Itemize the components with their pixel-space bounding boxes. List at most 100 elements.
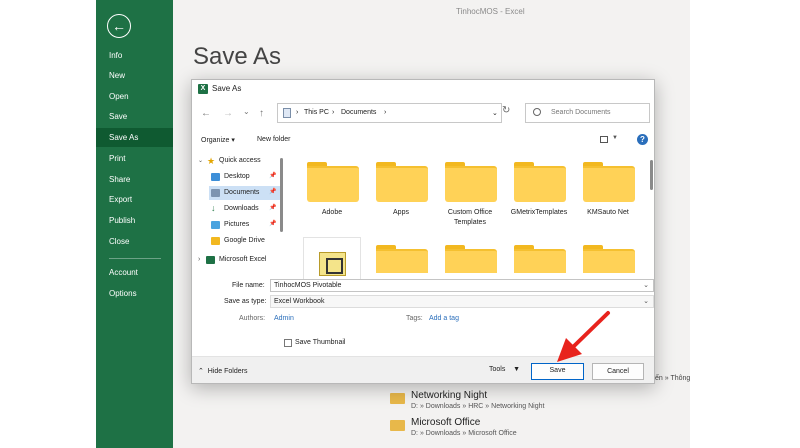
forward-icon[interactable]: → [223, 108, 233, 120]
nav-save[interactable]: Save [96, 107, 173, 126]
screen: TinhocMOS - Excel Save As ← Info New Ope… [0, 0, 800, 448]
save-thumbnail-label: Save Thumbnail [295, 339, 346, 346]
breadcrumb-this-pc[interactable]: This PC [304, 109, 329, 116]
nav-open[interactable]: Open [96, 87, 173, 106]
recent-folder-name: Microsoft Office [411, 417, 481, 428]
chevron-down-icon[interactable]: ⌄ [492, 109, 498, 117]
folder-icon [376, 162, 428, 202]
folder-item[interactable]: Custom Office Templates [439, 154, 501, 232]
chevron-right-icon[interactable]: › [198, 256, 200, 263]
folder-item[interactable] [577, 237, 639, 273]
new-folder-button[interactable]: New folder [257, 136, 290, 143]
nav-share[interactable]: Share [96, 170, 173, 189]
folder-icon [583, 162, 635, 202]
save-type-select[interactable]: Excel Workbook ⌄ [270, 295, 654, 308]
pin-icon: 📌 [269, 221, 277, 227]
cancel-button[interactable]: Cancel [592, 363, 644, 380]
nav-close[interactable]: Close [96, 232, 173, 251]
folder-icon [307, 162, 359, 202]
nav-downloads[interactable]: Downloads [224, 205, 259, 212]
nav-quick-access[interactable]: Quick access [219, 157, 261, 164]
address-bar[interactable]: › This PC › Documents › ⌄ [277, 103, 502, 123]
search-placeholder: Search Documents [551, 109, 611, 116]
folder-item[interactable] [370, 237, 432, 273]
folder-icon [211, 237, 220, 245]
chevron-down-icon[interactable]: ⌄ [643, 296, 649, 307]
folder-label: GMetrixTemplates [510, 209, 568, 216]
nav-options[interactable]: Options [96, 284, 173, 303]
folder-item[interactable] [508, 237, 570, 273]
recent-folder-path: D: » Downloads » HRC » Networking Night [411, 403, 545, 410]
excel-icon [206, 256, 215, 264]
tools-button[interactable]: Tools ▼ [489, 366, 520, 373]
recent-folder-path: D: » Downloads » Microsoft Office [411, 430, 517, 437]
dialog-toolbar: Organize ▾ New folder ▼ ? [192, 131, 654, 149]
folder-item[interactable]: KMSauto Net [577, 154, 639, 232]
nav-desktop[interactable]: Desktop [224, 173, 250, 180]
chevron-down-icon[interactable]: ⌄ [198, 157, 203, 164]
nav-export[interactable]: Export [96, 190, 173, 209]
folder-icon [514, 162, 566, 202]
folder-icon [445, 245, 497, 273]
downloads-icon: ↓ [211, 203, 216, 213]
documents-icon [211, 189, 220, 197]
save-type-label: Save as type: [224, 298, 267, 305]
save-button[interactable]: Save [531, 363, 584, 380]
nav-scrollbar[interactable] [280, 158, 283, 232]
breadcrumb-sep: › [384, 109, 387, 116]
pin-icon: 📌 [269, 189, 277, 195]
tools-label: Tools [489, 366, 506, 373]
up-folder-icon[interactable]: ↑ [259, 108, 264, 120]
pin-icon: 📌 [269, 205, 277, 211]
folder-icon [514, 245, 566, 273]
chevron-down-icon[interactable]: ⌄ [643, 280, 649, 291]
folder-icon [583, 245, 635, 273]
nav-google-drive[interactable]: Google Drive [224, 237, 265, 244]
grid-scrollbar[interactable] [650, 160, 653, 190]
recent-locations-icon[interactable]: ⌄ [243, 106, 250, 118]
organize-button[interactable]: Organize ▾ [201, 136, 235, 144]
document-icon [319, 252, 346, 276]
chevron-down-icon[interactable]: ▼ [612, 135, 618, 141]
nav-divider [109, 258, 161, 259]
folder-item[interactable] [439, 237, 501, 273]
page-heading: Save As [193, 43, 282, 70]
file-item[interactable] [303, 237, 361, 282]
recent-folder-name: Networking Night [411, 390, 488, 401]
authors-value[interactable]: Admin [274, 315, 294, 322]
dialog-footer: ⌃ Hide Folders Tools ▼ Save Cancel [192, 356, 654, 383]
folder-item[interactable]: Apps [370, 154, 432, 232]
breadcrumb-documents[interactable]: Documents [341, 109, 376, 116]
pin-icon: 📌 [269, 173, 277, 179]
tags-value[interactable]: Add a tag [429, 315, 459, 322]
folder-icon [376, 245, 428, 273]
backstage-sidebar: ← Info New Open Save Save As Print Share… [96, 0, 173, 448]
folder-label: Apps [393, 209, 409, 216]
file-name-input[interactable]: TinhocMOS Pivotable ⌄ [270, 279, 654, 292]
nav-print[interactable]: Print [96, 149, 173, 168]
nav-save-as[interactable]: Save As [96, 128, 173, 147]
view-options-icon[interactable] [600, 136, 608, 143]
nav-new[interactable]: New [96, 66, 173, 85]
folder-item[interactable]: Adobe [301, 154, 363, 232]
save-thumbnail-checkbox[interactable] [284, 339, 292, 347]
hide-folders-button[interactable]: ⌃ Hide Folders [198, 367, 247, 375]
refresh-icon[interactable]: ↻ [502, 105, 510, 116]
tags-label: Tags: [406, 315, 423, 322]
breadcrumb-sep: › [296, 109, 299, 116]
folder-item[interactable]: GMetrixTemplates [508, 154, 570, 232]
nav-info[interactable]: Info [96, 46, 173, 65]
nav-pictures[interactable]: Pictures [224, 221, 249, 228]
help-icon[interactable]: ? [637, 134, 648, 145]
search-input[interactable]: Search Documents [525, 103, 650, 123]
nav-publish[interactable]: Publish [96, 211, 173, 230]
folder-icon [445, 162, 497, 202]
file-name-value: TinhocMOS Pivotable [274, 282, 342, 289]
nav-microsoft-excel[interactable]: Microsoft Excel [219, 256, 266, 263]
save-type-value: Excel Workbook [274, 298, 325, 305]
back-icon[interactable]: ← [201, 108, 211, 120]
nav-documents[interactable]: Documents [224, 189, 259, 196]
nav-account[interactable]: Account [96, 263, 173, 282]
folder-label: Adobe [321, 209, 343, 216]
back-arrow-icon[interactable]: ← [107, 14, 131, 38]
